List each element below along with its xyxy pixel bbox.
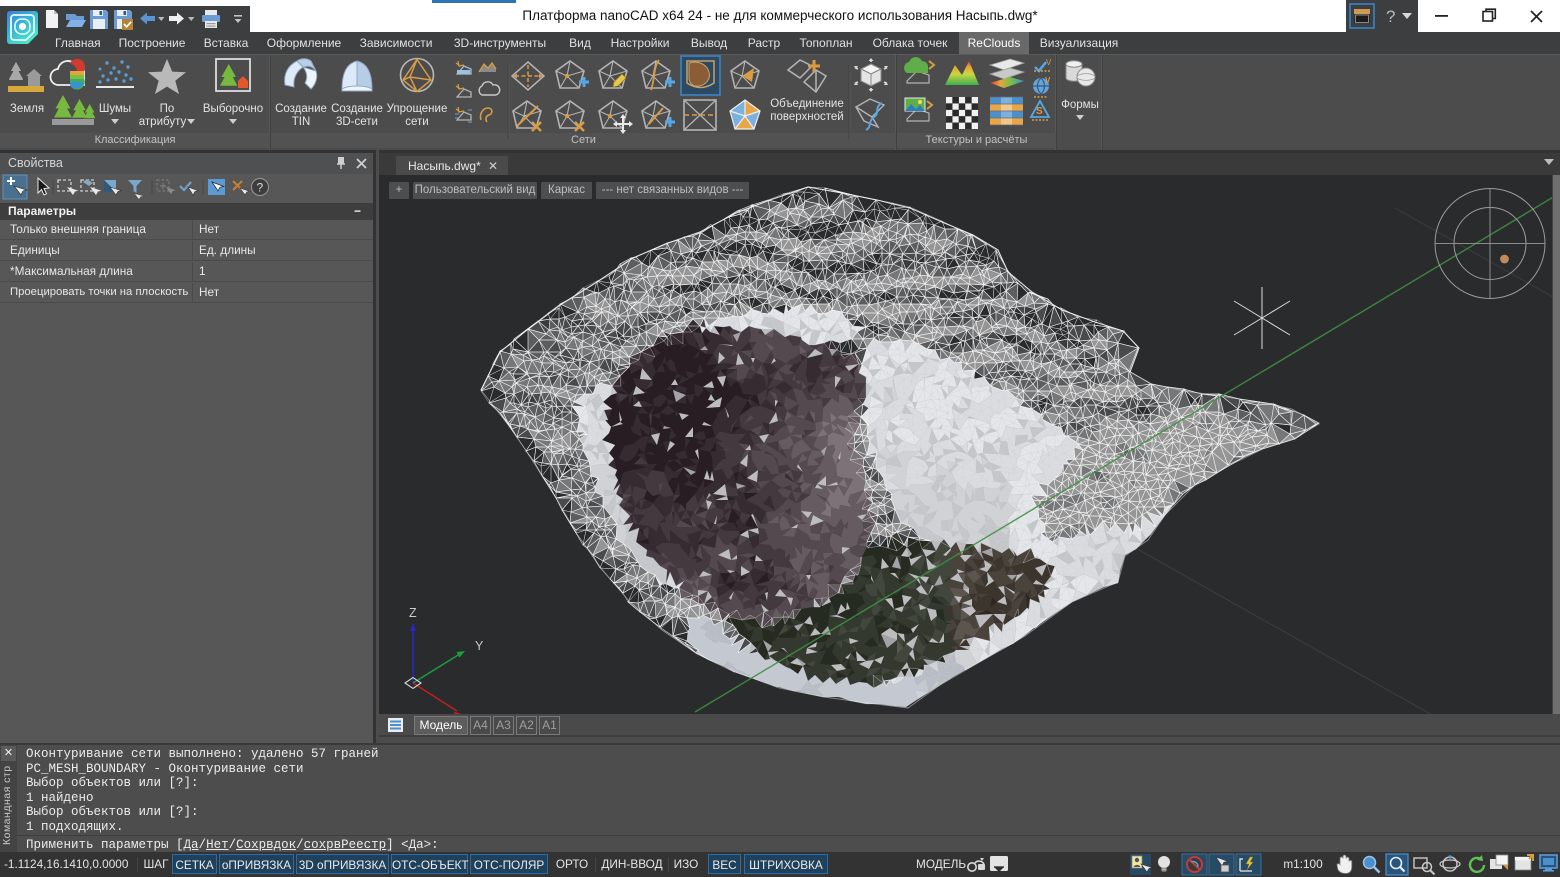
svg-text:?: ?: [257, 181, 264, 195]
svg-text:S: S: [1036, 106, 1043, 117]
svg-text:V: V: [1045, 76, 1051, 85]
svg-text:?: ?: [1386, 7, 1395, 26]
svg-text:Y: Y: [475, 639, 484, 653]
svg-text:Z: Z: [409, 606, 417, 620]
svg-text:V: V: [1046, 58, 1052, 67]
